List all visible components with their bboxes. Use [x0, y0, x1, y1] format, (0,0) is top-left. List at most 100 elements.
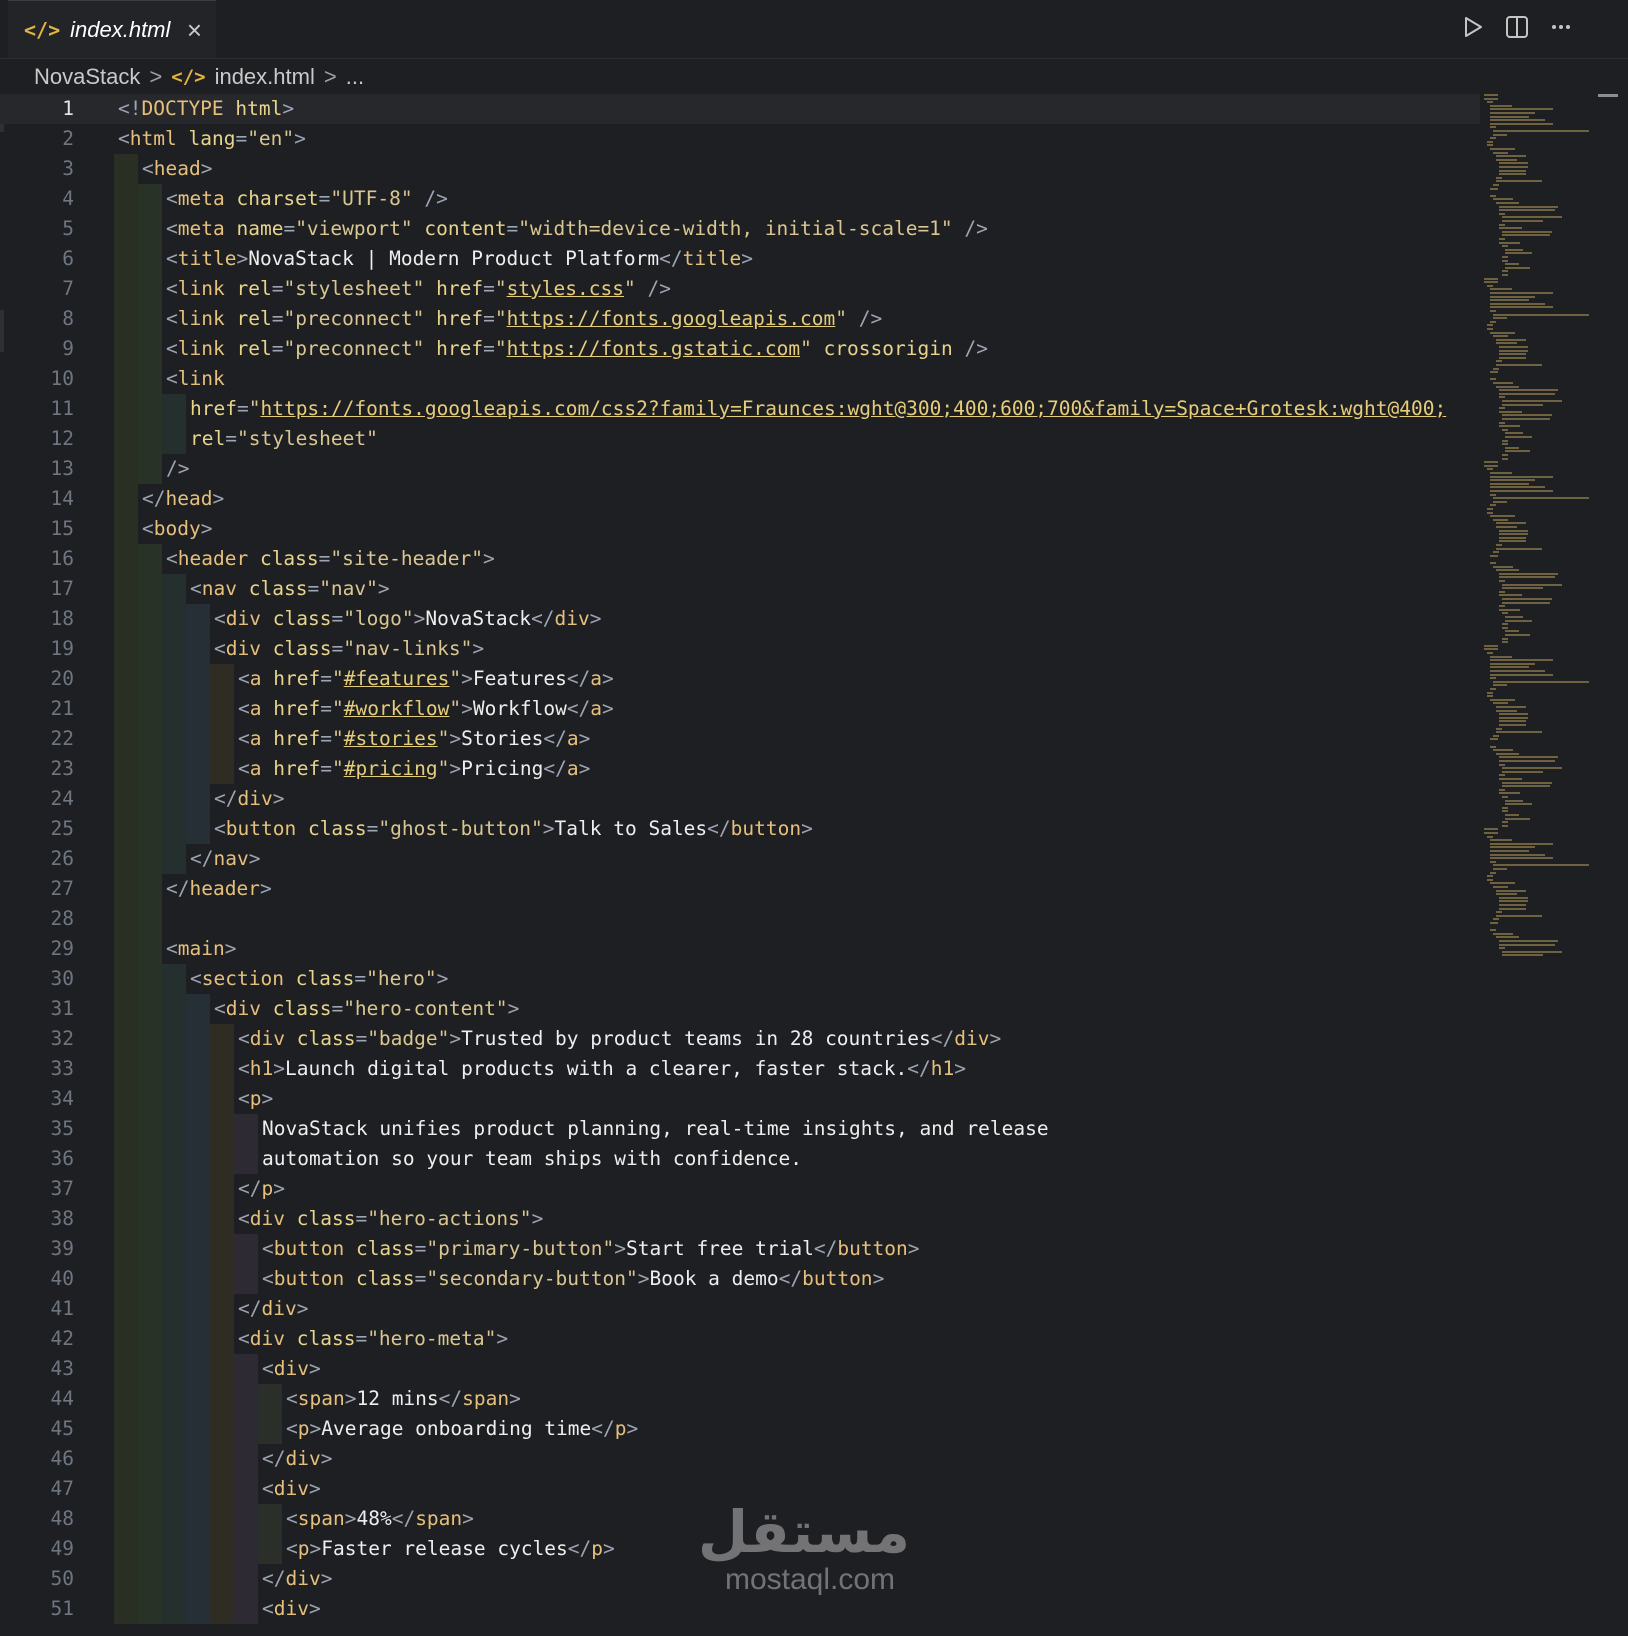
code-line[interactable]: 21 <a href="#workflow">Workflow</a>	[0, 694, 1480, 724]
code-token: button	[273, 1237, 345, 1260]
code-line[interactable]: 12 rel="stylesheet"	[0, 424, 1480, 454]
code-text: <div>	[262, 1594, 321, 1624]
code-token: <	[214, 817, 226, 840]
close-icon[interactable]: ×	[187, 17, 202, 43]
code-line[interactable]: 38 <div class="hero-actions">	[0, 1204, 1480, 1234]
minimap-line	[1490, 295, 1535, 298]
line-number: 3	[62, 157, 74, 180]
minimap-line	[1496, 706, 1526, 708]
code-line[interactable]: 32 <div class="badge">Trusted by product …	[0, 1024, 1480, 1054]
code-line[interactable]: 22 <a href="#stories">Stories</a>	[0, 724, 1480, 754]
code-line[interactable]: 14 </head>	[0, 484, 1480, 514]
code-token: >	[989, 1027, 1002, 1050]
code-token: <!	[118, 97, 142, 120]
code-line[interactable]: 16 <header class="site-header">	[0, 544, 1480, 574]
split-editor-icon[interactable]	[1504, 12, 1530, 42]
minimap-line	[1490, 486, 1545, 489]
code-editor[interactable]: 1 <!DOCTYPE html> 2 <html lang="en"> 3 <head>…	[0, 94, 1628, 1636]
minimap-line	[1502, 637, 1508, 640]
code-line[interactable]: 24 </div>	[0, 784, 1480, 814]
code-line[interactable]: 40 <button class="secondary-button">Book …	[0, 1264, 1480, 1294]
code-text: <button class="secondary-button">Book a …	[262, 1264, 884, 1294]
code-line[interactable]: 11 href="https://fonts.googleapis.com/css…	[0, 394, 1480, 424]
code-line[interactable]: 1 <!DOCTYPE html>	[0, 94, 1480, 124]
code-token: <	[286, 1537, 298, 1560]
code-line[interactable]: 46 </div>	[0, 1444, 1480, 1474]
code-line[interactable]: 43 <div>	[0, 1354, 1480, 1384]
code-line[interactable]: 36 automation so your team ships with con…	[0, 1144, 1480, 1174]
code-line[interactable]: 15 <body>	[0, 514, 1480, 544]
code-line[interactable]: 41 </div>	[0, 1294, 1480, 1324]
code-token: =	[331, 637, 344, 660]
code-line[interactable]: 6 <title>NovaStack | Modern Product Platf…	[0, 244, 1480, 274]
code-token: span	[297, 1387, 345, 1410]
minimap-line	[1487, 284, 1493, 287]
more-icon[interactable]	[1548, 12, 1574, 42]
code-line[interactable]: 37 </p>	[0, 1174, 1480, 1204]
code-token: a	[249, 667, 262, 690]
code-line[interactable]: 8 <link rel="preconnect" href="https://fo…	[0, 304, 1480, 334]
code-line[interactable]: 20 <a href="#features">Features</a>	[0, 664, 1480, 694]
code-token: h1	[930, 1057, 955, 1080]
code-line[interactable]: 19 <div class="nav-links">	[0, 634, 1480, 664]
tab-index-html[interactable]: </> index.html ×	[8, 0, 216, 58]
minimap-line	[1484, 461, 1498, 464]
minimap-line	[1496, 936, 1520, 939]
code-line[interactable]: 23 <a href="#pricing">Pricing</a>	[0, 754, 1480, 784]
code-line[interactable]: 5 <meta name="viewport" content="width=de…	[0, 214, 1480, 244]
minimap-line	[1499, 238, 1505, 240]
code-line[interactable]: 26 </nav>	[0, 844, 1480, 874]
breadcrumb-more[interactable]: ...	[346, 64, 364, 90]
code-line[interactable]: 25 <button class="ghost-button">Talk to S…	[0, 814, 1480, 844]
code-line[interactable]: 27 </header>	[0, 874, 1480, 904]
code-line[interactable]: 39 <button class="primary-button">Start f…	[0, 1234, 1480, 1264]
code-token: />	[964, 217, 988, 240]
code-token: <	[214, 607, 226, 630]
code-line[interactable]: 51 <div>	[0, 1594, 1480, 1624]
breadcrumb-project[interactable]: NovaStack	[34, 64, 140, 90]
code-line[interactable]: 31 <div class="hero-content">	[0, 994, 1480, 1024]
code-line[interactable]: 4 <meta charset="UTF-8" />	[0, 184, 1480, 214]
code-token: =	[355, 1207, 368, 1230]
code-token: >	[320, 1567, 333, 1590]
code-line[interactable]: 3 <head>	[0, 154, 1480, 184]
code-line[interactable]: 9 <link rel="preconnect" href="https://fo…	[0, 334, 1480, 364]
code-line[interactable]: 2 <html lang="en">	[0, 124, 1480, 154]
line-number: 40	[50, 1267, 74, 1290]
code-line[interactable]: 28	[0, 904, 1480, 934]
minimap[interactable]	[1482, 94, 1594, 974]
code-line[interactable]: 30 <section class="hero">	[0, 964, 1480, 994]
minimap-line	[1505, 252, 1532, 255]
minimap-line	[1493, 918, 1499, 921]
code-line[interactable]: 45 <p>Average onboarding time</p>	[0, 1414, 1480, 1444]
code-token: span	[415, 1507, 463, 1530]
minimap-line	[1490, 666, 1529, 669]
code-line[interactable]: 42 <div class="hero-meta">	[0, 1324, 1480, 1354]
code-line[interactable]: 44 <span>12 mins</span>	[0, 1384, 1480, 1414]
code-line[interactable]: 13 />	[0, 454, 1480, 484]
minimap-line	[1490, 306, 1553, 309]
code-token: =	[331, 997, 344, 1020]
minimap-line	[1487, 101, 1493, 104]
code-token: />	[647, 277, 671, 300]
breadcrumb-file[interactable]: index.html	[215, 64, 315, 90]
code-line[interactable]: 33 <h1>Launch digital products with a cle…	[0, 1054, 1480, 1084]
code-line[interactable]: 34 <p>	[0, 1084, 1480, 1114]
code-line[interactable]: 17 <nav class="nav">	[0, 574, 1480, 604]
code-line[interactable]: 10 <link	[0, 364, 1480, 394]
scrollbar-thumb[interactable]	[1598, 94, 1618, 97]
minimap-line	[1496, 158, 1517, 161]
code-line[interactable]: 29 <main>	[0, 934, 1480, 964]
line-number: 2	[62, 127, 74, 150]
code-line[interactable]: 18 <div class="logo">NovaStack</div>	[0, 604, 1480, 634]
code-token: <	[166, 937, 178, 960]
run-icon[interactable]	[1460, 12, 1486, 42]
code-line[interactable]: 7 <link rel="stylesheet" href="styles.css…	[0, 274, 1480, 304]
code-line[interactable]: 35 NovaStack unifies product planning, re…	[0, 1114, 1480, 1144]
line-number: 32	[50, 1027, 74, 1050]
